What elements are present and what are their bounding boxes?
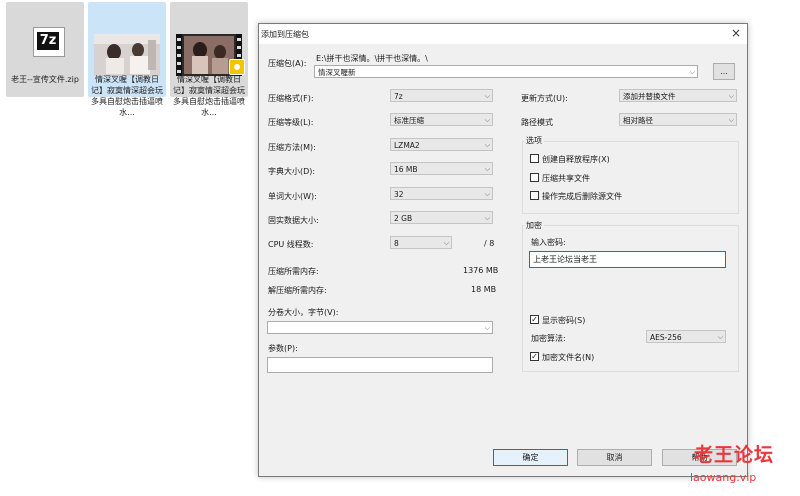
sfx-checkbox[interactable] <box>530 154 539 163</box>
watermark-url: laowang.vip <box>690 471 757 484</box>
dict-value: 16 MB <box>394 165 418 174</box>
browse-button[interactable]: ... <box>713 63 735 80</box>
watermark-logo: 老王论坛 <box>694 444 775 466</box>
chevron-down-icon: ⌵ <box>728 92 734 100</box>
delete-after-label: 操作完成后删除源文件 <box>542 192 622 201</box>
solid-combo[interactable]: 2 GB ⌵ <box>390 211 493 224</box>
format-value: 7z <box>394 92 403 101</box>
path-mode-label: 路径模式 <box>521 118 553 127</box>
params-input[interactable] <box>267 357 493 373</box>
split-combo[interactable]: ⌵ <box>267 321 493 334</box>
chevron-down-icon: ⌵ <box>484 165 490 173</box>
level-value: 标准压缩 <box>394 116 424 125</box>
delete-after-checkbox[interactable] <box>530 191 539 200</box>
solid-value: 2 GB <box>394 214 413 223</box>
dict-combo[interactable]: 16 MB ⌵ <box>390 162 493 175</box>
video-thumbnail-icon <box>94 34 160 76</box>
archive-path: E:\拼干也深情。\拼干也深情。\ <box>316 54 428 63</box>
chevron-down-icon: ⌵ <box>717 333 723 341</box>
add-to-archive-dialog: 添加到压缩包 × 压缩包(A): E:\拼干也深情。\拼干也深情。\ 情深叉喔新… <box>258 23 748 477</box>
sfx-label: 创建自释放程序(X) <box>542 155 610 164</box>
method-combo[interactable]: LZMA2 ⌵ <box>390 138 493 151</box>
encryption-method-label: 加密算法: <box>531 334 566 343</box>
method-value: LZMA2 <box>394 141 420 150</box>
word-combo[interactable]: 32 ⌵ <box>390 187 493 200</box>
solid-label: 固实数据大小: <box>268 216 319 225</box>
cancel-button[interactable]: 取消 <box>577 449 652 466</box>
mem-comp-label: 压缩所需内存: <box>268 267 319 276</box>
desktop-file-label: 情深叉喔【调教日记】寂寞情深超会玩 多具自慰炮击插逼喷水... <box>91 75 163 117</box>
archive-label: 压缩包(A): <box>268 59 307 68</box>
encryption-title: 加密 <box>524 220 544 231</box>
cpu-combo[interactable]: 8 ⌵ <box>390 236 452 249</box>
shared-label: 压缩共享文件 <box>542 174 590 183</box>
show-password-checkbox[interactable]: ✓ <box>530 315 539 324</box>
password-input[interactable]: 上老王论坛当老王 <box>529 251 726 268</box>
chevron-down-icon: ⌵ <box>484 324 490 332</box>
archive-name-value: 情深叉喔新 <box>318 68 356 77</box>
path-mode-value: 相对路径 <box>623 116 653 125</box>
archive-name-combo[interactable]: 情深叉喔新 ⌵ <box>314 65 698 78</box>
encryption-method-combo[interactable]: AES-256 ⌵ <box>646 330 726 343</box>
desktop-file-video-2[interactable]: 情深叉喔【调教日记】寂寞情深超会玩 多具自慰炮击插逼喷水... <box>170 2 248 117</box>
format-label: 压缩格式(F): <box>268 94 314 103</box>
7z-archive-icon: 7z <box>33 27 65 57</box>
word-label: 单词大小(W): <box>268 192 317 201</box>
level-label: 压缩等级(L): <box>268 118 314 127</box>
update-label: 更新方式(U): <box>521 94 568 103</box>
chevron-down-icon: ⌵ <box>484 141 490 149</box>
params-label: 参数(P): <box>268 344 298 353</box>
cpu-value: 8 <box>394 239 399 248</box>
chevron-down-icon: ⌵ <box>443 239 449 247</box>
ok-button[interactable]: 确定 <box>493 449 568 466</box>
shared-checkbox[interactable] <box>530 173 539 182</box>
encrypt-names-label: 加密文件名(N) <box>542 353 595 362</box>
split-label: 分卷大小，字节(V): <box>268 308 339 317</box>
chevron-down-icon: ⌵ <box>484 214 490 222</box>
password-label: 输入密码: <box>531 238 566 247</box>
mem-decomp-label: 解压缩所需内存: <box>268 286 327 295</box>
dict-label: 字典大小(D): <box>268 167 316 176</box>
method-label: 压缩方法(M): <box>268 143 316 152</box>
cpu-total: / 8 <box>484 239 495 248</box>
path-mode-combo[interactable]: 相对路径 ⌵ <box>619 113 737 126</box>
close-icon[interactable]: × <box>729 26 743 40</box>
dialog-titlebar: 添加到压缩包 × <box>259 24 747 44</box>
format-combo[interactable]: 7z ⌵ <box>390 89 493 102</box>
desktop-file-video-1[interactable]: 情深叉喔【调教日记】寂寞情深超会玩 多具自慰炮击插逼喷水... <box>88 2 166 117</box>
chevron-down-icon: ⌵ <box>689 68 695 76</box>
chevron-down-icon: ⌵ <box>728 116 734 124</box>
desktop-file-label: 老王--宣传文件.zip <box>11 75 79 84</box>
dialog-title: 添加到压缩包 <box>261 30 309 39</box>
chevron-down-icon: ⌵ <box>484 190 490 198</box>
mem-comp-value: 1376 MB <box>463 266 499 275</box>
encrypt-names-checkbox[interactable]: ✓ <box>530 352 539 361</box>
desktop-file-zip[interactable]: 7z 老王--宣传文件.zip <box>6 2 84 97</box>
desktop-file-label: 情深叉喔【调教日记】寂寞情深超会玩 多具自慰炮击插逼喷水... <box>173 75 245 117</box>
chevron-down-icon: ⌵ <box>484 92 490 100</box>
options-title: 选项 <box>524 135 544 146</box>
show-password-label: 显示密码(S) <box>542 316 586 325</box>
cpu-label: CPU 线程数: <box>268 240 314 249</box>
chevron-down-icon: ⌵ <box>484 116 490 124</box>
level-combo[interactable]: 标准压缩 ⌵ <box>390 113 493 126</box>
update-combo[interactable]: 添加并替换文件 ⌵ <box>619 89 737 102</box>
update-value: 添加并替换文件 <box>623 92 676 101</box>
word-value: 32 <box>394 190 404 199</box>
encryption-method-value: AES-256 <box>650 333 682 342</box>
badge-icon <box>229 59 245 75</box>
mem-decomp-value: 18 MB <box>471 285 497 294</box>
